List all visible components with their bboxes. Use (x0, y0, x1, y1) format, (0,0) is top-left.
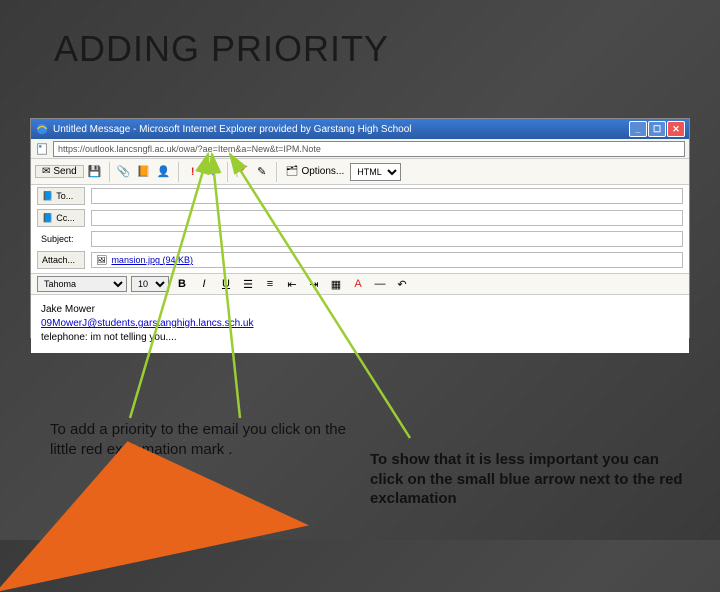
cc-row: 📘 Cc... (31, 207, 689, 229)
ie-icon (35, 122, 49, 136)
bold-button[interactable]: B (173, 275, 191, 293)
image-icon: 🖼 (96, 255, 107, 266)
subject-label: Subject: (37, 234, 85, 244)
attach-icon[interactable]: 📎 (115, 162, 133, 182)
minimize-button[interactable]: _ (629, 121, 647, 137)
maximize-button[interactable]: ☐ (648, 121, 666, 137)
font-select[interactable]: Tahoma (37, 276, 127, 292)
options-button[interactable]: 🗂 Options... (282, 166, 349, 177)
subject-row: Subject: (31, 229, 689, 249)
page-icon (35, 142, 49, 156)
accent-triangle (0, 408, 309, 592)
low-importance-icon[interactable]: ↓ (204, 162, 222, 182)
attachment-field: 🖼 mansion.jpg (94 KB) (91, 252, 683, 268)
book-icon: 📘 (42, 213, 53, 224)
high-importance-icon[interactable]: ! (184, 162, 202, 182)
separator (109, 162, 110, 182)
undo-icon[interactable]: ↶ (393, 275, 411, 293)
signature-email: 09MowerJ@students.garstanghigh.lancs.sch… (41, 317, 679, 331)
signature-icon[interactable]: ✎ (253, 162, 271, 182)
checknames-icon[interactable]: 👤 (155, 162, 173, 182)
options-icon: 🗂 (286, 166, 299, 177)
format-select[interactable]: HTML (350, 163, 401, 181)
options-label: Options... (301, 166, 344, 177)
subject-input[interactable] (91, 231, 683, 247)
attach-button[interactable]: Attach... (37, 251, 85, 269)
close-button[interactable]: ✕ (667, 121, 685, 137)
compose-toolbar: ✉ Send 💾 📎 📙 👤 ! ↓ 🚩 ✎ 🗂 Options... HTML (31, 159, 689, 185)
separator (227, 162, 228, 182)
cc-button[interactable]: 📘 Cc... (37, 209, 85, 227)
message-body[interactable]: Jake Mower 09MowerJ@students.garstanghig… (31, 295, 689, 353)
separator (178, 162, 179, 182)
fontcolor-icon[interactable]: A (349, 275, 367, 293)
url-input[interactable] (53, 141, 685, 157)
highlight-icon[interactable]: ▦ (327, 275, 345, 293)
book-icon: 📘 (42, 191, 53, 202)
attach-row: Attach... 🖼 mansion.jpg (94 KB) (31, 249, 689, 271)
caption-right: To show that it is less important you ca… (370, 450, 690, 509)
underline-button[interactable]: U (217, 275, 235, 293)
bullets-icon[interactable]: ☰ (239, 275, 257, 293)
send-icon: ✉ (42, 166, 50, 177)
window-titlebar: Untitled Message - Microsoft Internet Ex… (31, 119, 689, 139)
to-button[interactable]: 📘 To... (37, 187, 85, 205)
flag-icon[interactable]: 🚩 (233, 162, 251, 182)
window-buttons: _ ☐ ✕ (629, 121, 685, 137)
numbering-icon[interactable]: ≡ (261, 275, 279, 293)
save-icon[interactable]: 💾 (86, 162, 104, 182)
send-button[interactable]: ✉ Send (35, 165, 84, 178)
addressbook-icon[interactable]: 📙 (135, 162, 153, 182)
outdent-icon[interactable]: ⇤ (283, 275, 301, 293)
compose-area: 📘 To... 📘 Cc... Subject: Attach... 🖼 man… (31, 185, 689, 353)
signature-name: Jake Mower (41, 303, 679, 317)
to-input[interactable] (91, 188, 683, 204)
window-title: Untitled Message - Microsoft Internet Ex… (53, 124, 629, 135)
attachment-link[interactable]: mansion.jpg (94 KB) (111, 255, 193, 265)
italic-button[interactable]: I (195, 275, 213, 293)
browser-window: Untitled Message - Microsoft Internet Ex… (30, 118, 690, 338)
cc-input[interactable] (91, 210, 683, 226)
send-label: Send (53, 166, 76, 177)
indent-icon[interactable]: ⇥ (305, 275, 323, 293)
slide-title: ADDING PRIORITY (54, 28, 389, 70)
signature-phone: telephone: im not telling you.... (41, 331, 679, 345)
address-bar (31, 139, 689, 159)
size-select[interactable]: 10 (131, 276, 169, 292)
format-toolbar: Tahoma 10 B I U ☰ ≡ ⇤ ⇥ ▦ A ― ↶ (31, 273, 689, 295)
to-row: 📘 To... (31, 185, 689, 207)
separator (276, 162, 277, 182)
rule-icon[interactable]: ― (371, 275, 389, 293)
